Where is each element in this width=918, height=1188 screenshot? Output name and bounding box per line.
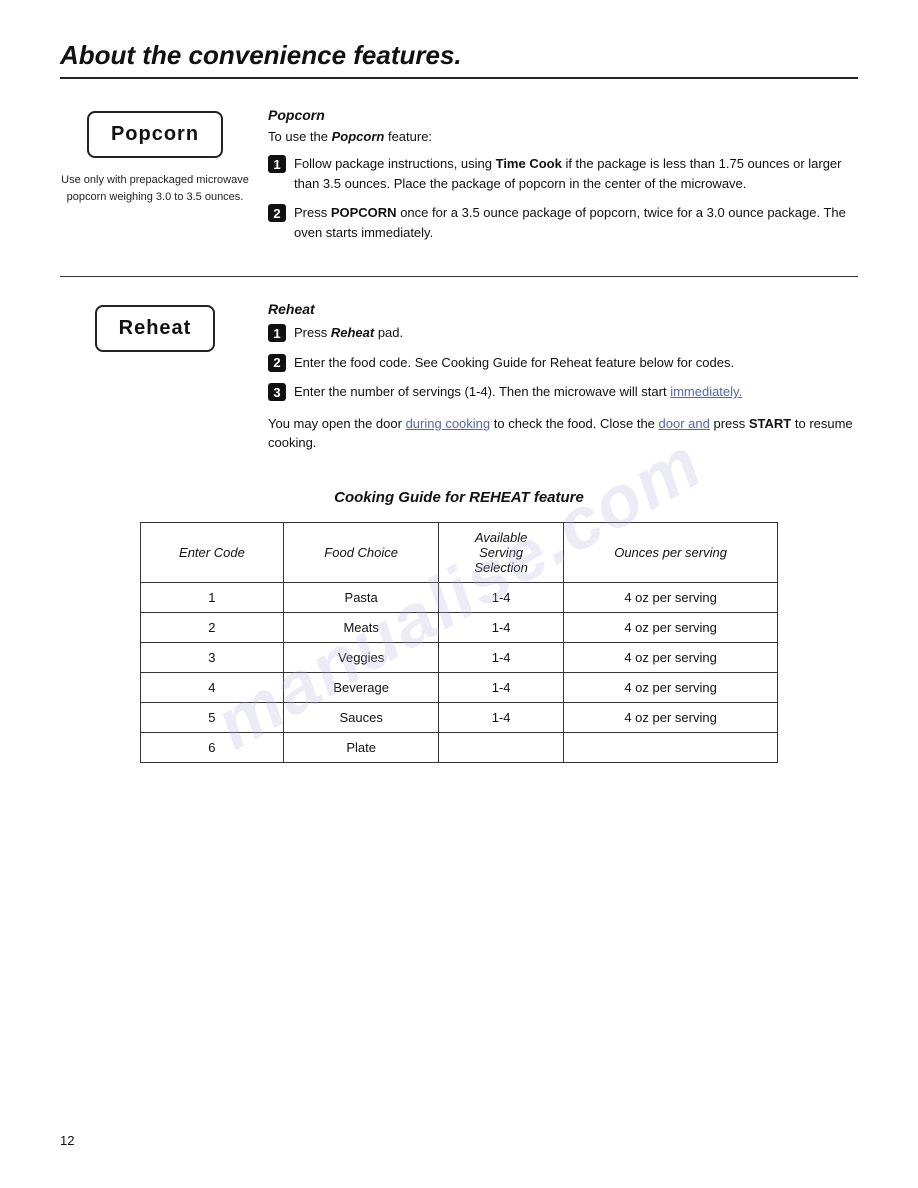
cell-ounces: 4 oz per serving bbox=[563, 702, 777, 732]
reheat-step-text-2: Enter the food code. See Cooking Guide f… bbox=[294, 353, 734, 373]
col-header-serving: AvailableServingSelection bbox=[439, 522, 564, 582]
popcorn-steps: 1 Follow package instructions, using Tim… bbox=[268, 154, 858, 242]
cell-serving: 1-4 bbox=[439, 582, 564, 612]
popcorn-step-num-1: 1 bbox=[268, 155, 286, 173]
reheat-step-text-3: Enter the number of servings (1-4). Then… bbox=[294, 382, 742, 402]
cell-food: Plate bbox=[284, 732, 439, 762]
table-row: 3Veggies1-44 oz per serving bbox=[140, 642, 777, 672]
cell-code: 3 bbox=[140, 642, 283, 672]
reheat-left: Reheat bbox=[60, 301, 250, 453]
popcorn-caption: Use only with prepackaged microwave popc… bbox=[60, 172, 250, 205]
cooking-guide-title: Cooking Guide for REHEAT feature bbox=[60, 489, 858, 506]
popcorn-step-text-2: Press POPCORN once for a 3.5 ounce packa… bbox=[294, 203, 858, 242]
cell-code: 6 bbox=[140, 732, 283, 762]
table-row: 2Meats1-44 oz per serving bbox=[140, 612, 777, 642]
popcorn-step-1: 1 Follow package instructions, using Tim… bbox=[268, 154, 858, 193]
cooking-guide-table: Enter Code Food Choice AvailableServingS… bbox=[140, 522, 778, 763]
cooking-guide-section: Cooking Guide for REHEAT feature Enter C… bbox=[60, 489, 858, 763]
reheat-extra-note: You may open the door during cooking to … bbox=[268, 414, 858, 453]
page-title: About the convenience features. bbox=[60, 40, 858, 71]
cell-code: 4 bbox=[140, 672, 283, 702]
table-header-row: Enter Code Food Choice AvailableServingS… bbox=[140, 522, 777, 582]
cell-food: Beverage bbox=[284, 672, 439, 702]
reheat-button-box: Reheat bbox=[95, 305, 216, 352]
popcorn-step-num-2: 2 bbox=[268, 204, 286, 222]
cell-ounces: 4 oz per serving bbox=[563, 642, 777, 672]
cell-code: 5 bbox=[140, 702, 283, 732]
table-body: 1Pasta1-44 oz per serving2Meats1-44 oz p… bbox=[140, 582, 777, 762]
table-row: 1Pasta1-44 oz per serving bbox=[140, 582, 777, 612]
popcorn-section: Popcorn Use only with prepackaged microw… bbox=[60, 107, 858, 252]
cell-ounces: 4 oz per serving bbox=[563, 582, 777, 612]
table-row: 5Sauces1-44 oz per serving bbox=[140, 702, 777, 732]
cell-serving: 1-4 bbox=[439, 702, 564, 732]
section-divider bbox=[60, 276, 858, 277]
reheat-step-3: 3 Enter the number of servings (1-4). Th… bbox=[268, 382, 858, 402]
popcorn-button-box: Popcorn bbox=[87, 111, 223, 158]
popcorn-step-2: 2 Press POPCORN once for a 3.5 ounce pac… bbox=[268, 203, 858, 242]
reheat-right: Reheat 1 Press Reheat pad. 2 Enter the f… bbox=[250, 301, 858, 453]
cell-serving: 1-4 bbox=[439, 672, 564, 702]
reheat-section: Reheat Reheat 1 Press Reheat pad. 2 Ente… bbox=[60, 301, 858, 453]
reheat-step-text-1: Press Reheat pad. bbox=[294, 323, 403, 343]
cell-code: 1 bbox=[140, 582, 283, 612]
reheat-step-1: 1 Press Reheat pad. bbox=[268, 323, 858, 343]
cell-code: 2 bbox=[140, 612, 283, 642]
reheat-step-num-1: 1 bbox=[268, 324, 286, 342]
cell-serving: 1-4 bbox=[439, 642, 564, 672]
popcorn-left: Popcorn Use only with prepackaged microw… bbox=[60, 107, 250, 252]
popcorn-title: Popcorn bbox=[268, 107, 858, 123]
popcorn-intro: To use the Popcorn feature: bbox=[268, 129, 858, 144]
cell-food: Meats bbox=[284, 612, 439, 642]
reheat-title: Reheat bbox=[268, 301, 858, 317]
table-row: 6Plate bbox=[140, 732, 777, 762]
col-header-ounces: Ounces per serving bbox=[563, 522, 777, 582]
cell-food: Pasta bbox=[284, 582, 439, 612]
popcorn-right: Popcorn To use the Popcorn feature: 1 Fo… bbox=[250, 107, 858, 252]
cell-ounces: 4 oz per serving bbox=[563, 612, 777, 642]
reheat-step-num-2: 2 bbox=[268, 354, 286, 372]
cell-serving: 1-4 bbox=[439, 612, 564, 642]
col-header-food: Food Choice bbox=[284, 522, 439, 582]
cell-food: Sauces bbox=[284, 702, 439, 732]
col-header-code: Enter Code bbox=[140, 522, 283, 582]
title-divider bbox=[60, 77, 858, 79]
cell-ounces bbox=[563, 732, 777, 762]
cell-food: Veggies bbox=[284, 642, 439, 672]
page-number: 12 bbox=[60, 1133, 74, 1148]
popcorn-step-text-1: Follow package instructions, using Time … bbox=[294, 154, 858, 193]
reheat-step-2: 2 Enter the food code. See Cooking Guide… bbox=[268, 353, 858, 373]
cell-ounces: 4 oz per serving bbox=[563, 672, 777, 702]
reheat-steps: 1 Press Reheat pad. 2 Enter the food cod… bbox=[268, 323, 858, 402]
table-row: 4Beverage1-44 oz per serving bbox=[140, 672, 777, 702]
reheat-step-num-3: 3 bbox=[268, 383, 286, 401]
cell-serving bbox=[439, 732, 564, 762]
